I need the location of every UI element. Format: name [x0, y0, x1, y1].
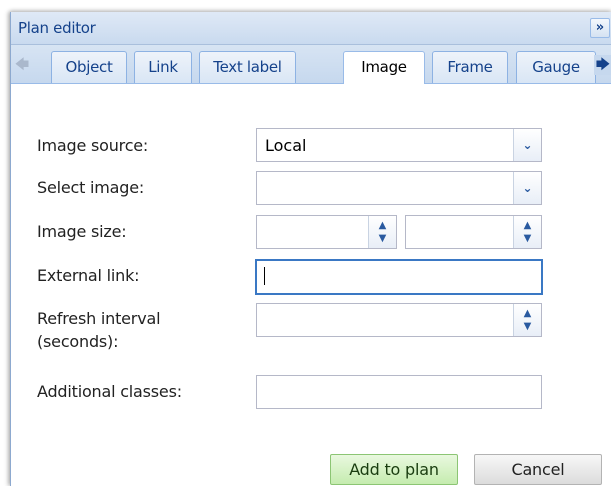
arrow-right-icon[interactable]: 🡆	[594, 55, 611, 75]
refresh-interval-label-line1: Refresh interval	[37, 309, 161, 328]
chevron-down-icon[interactable]: ⌄	[513, 129, 541, 161]
image-source-select[interactable]: Local ⌄	[256, 128, 542, 162]
image-source-label: Image source:	[37, 136, 149, 155]
refresh-interval-label-line2: (seconds):	[37, 332, 119, 351]
image-size-label: Image size:	[37, 222, 127, 241]
image-form: Image source: Local ⌄ Select image: ⌄ Im…	[11, 84, 611, 486]
tab-frame[interactable]: Frame	[432, 51, 508, 83]
refresh-interval-spinner[interactable]: ▲ ▼	[256, 303, 542, 337]
tab-image[interactable]: Image	[343, 51, 425, 84]
spinner-icon[interactable]: ▲ ▼	[513, 304, 541, 336]
tab-object[interactable]: Object	[51, 51, 127, 83]
tab-text-label[interactable]: Text label	[199, 51, 296, 83]
collapse-button[interactable]: »	[590, 18, 610, 38]
tab-strip: Object Link Text label Image Frame Gauge	[35, 51, 601, 84]
additional-classes-label: Additional classes:	[37, 382, 182, 401]
select-image-select[interactable]: ⌄	[256, 171, 542, 205]
external-link-label: External link:	[37, 266, 140, 285]
spinner-icon[interactable]: ▲ ▼	[513, 216, 541, 248]
select-image-label: Select image:	[37, 178, 145, 197]
spinner-icon[interactable]: ▲ ▼	[368, 216, 396, 248]
tab-link[interactable]: Link	[134, 51, 192, 83]
additional-classes-input[interactable]	[256, 375, 542, 409]
titlebar: Plan editor »	[11, 12, 611, 45]
external-link-input[interactable]	[255, 259, 543, 295]
plan-editor-window: Plan editor » 🡄 Object Link Text label I…	[10, 12, 611, 486]
add-to-plan-button[interactable]: Add to plan	[330, 454, 458, 485]
text-caret	[264, 267, 265, 285]
chevron-down-icon[interactable]: ⌄	[513, 172, 541, 204]
image-source-value: Local	[265, 136, 307, 155]
tab-bar: 🡄 Object Link Text label Image Frame Gau…	[11, 45, 611, 84]
window-title: Plan editor	[18, 19, 96, 37]
image-width-spinner[interactable]: ▲ ▼	[256, 215, 397, 249]
tab-gauge[interactable]: Gauge	[516, 51, 596, 83]
image-height-spinner[interactable]: ▲ ▼	[405, 215, 542, 249]
arrow-left-icon[interactable]: 🡄	[13, 55, 31, 75]
cancel-button[interactable]: Cancel	[474, 454, 602, 485]
